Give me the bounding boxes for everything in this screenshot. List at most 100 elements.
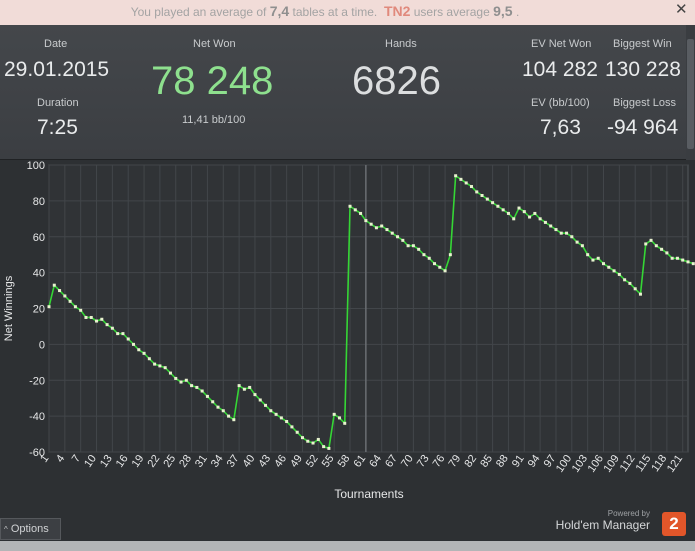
ev-bb100-label: EV (bb/100) (531, 97, 590, 109)
x-tick-label: 64 (367, 453, 384, 470)
x-tick-label: 85 (478, 453, 495, 470)
x-tick-label: 121 (665, 453, 685, 475)
data-point (105, 323, 109, 327)
data-point (190, 384, 194, 388)
data-point (121, 332, 125, 336)
x-tick-label: 79 (447, 453, 464, 470)
data-point (396, 235, 400, 239)
x-tick-label: 91 (510, 453, 527, 470)
notice-part1: You played an average of (130, 5, 267, 19)
data-point (638, 292, 642, 296)
x-tick-label: 25 (161, 453, 178, 470)
x-tick-label: 22 (146, 453, 163, 470)
data-point (126, 337, 130, 341)
data-point (58, 289, 62, 293)
data-point (306, 439, 310, 443)
data-point (337, 416, 341, 420)
powered-by-text: Powered by (607, 509, 650, 518)
options-button[interactable]: ^ Options (0, 518, 61, 540)
data-point (253, 393, 257, 397)
hands-label: Hands (385, 38, 417, 50)
data-point (417, 247, 421, 251)
x-tick-label: 55 (320, 453, 337, 470)
ev-bb100-value: 7,63 (540, 116, 581, 139)
data-point (73, 305, 77, 309)
data-point (322, 445, 326, 449)
data-point (369, 222, 373, 226)
data-point (448, 253, 452, 257)
date-label: Date (44, 38, 68, 50)
data-point (195, 385, 199, 389)
data-point (353, 208, 357, 212)
session-stats-panel: Date 29.01.2015 Duration 7:25 Net Won 78… (0, 25, 695, 160)
stats-scrollbar[interactable] (686, 25, 695, 160)
chart-svg: 100806040200-20-40-601 4 71013161922252831… (3, 160, 695, 501)
ev-net-won-label: EV Net Won (531, 38, 592, 50)
x-tick-label: 61 (351, 453, 368, 470)
data-point (147, 357, 151, 361)
data-point (300, 436, 304, 440)
data-point (179, 380, 183, 384)
data-point (95, 319, 99, 323)
data-point (290, 425, 294, 429)
data-point (591, 258, 595, 262)
notice-text: You played an average of 7,4 tables at a… (0, 0, 650, 25)
x-tick-label: 34 (209, 453, 226, 470)
data-point (565, 231, 569, 235)
data-point (52, 283, 56, 287)
data-point (543, 220, 547, 224)
x-tick-label: 73 (415, 453, 432, 470)
data-point (142, 351, 146, 355)
data-point (506, 211, 510, 215)
data-point (644, 242, 648, 246)
data-point (549, 224, 553, 228)
data-point (374, 226, 378, 230)
y-tick-label: 20 (33, 304, 45, 316)
data-point (63, 294, 67, 298)
x-tick-label: 76 (431, 453, 448, 470)
data-point (670, 256, 674, 260)
data-point (385, 228, 389, 232)
data-point (469, 185, 473, 189)
hm2-logo-icon: 2 (662, 512, 686, 536)
data-point (522, 210, 526, 214)
table-average-notice: You played an average of 7,4 tables at a… (0, 0, 695, 25)
data-point (602, 262, 606, 266)
caret-up-icon: ^ (4, 525, 8, 534)
bb100-value: 11,41 bb/100 (182, 114, 246, 126)
x-tick-label: 82 (462, 453, 479, 470)
y-axis-title: Net Winnings (3, 275, 15, 341)
close-icon[interactable]: ✕ (675, 1, 689, 19)
data-point (174, 376, 178, 380)
notice-part4: . (515, 5, 520, 19)
data-point (232, 418, 236, 422)
data-point (269, 409, 273, 413)
data-point (485, 197, 489, 201)
brand-name: Hold'em Manager (555, 518, 650, 532)
data-point (438, 265, 442, 269)
data-point (612, 269, 616, 273)
data-point (227, 414, 231, 418)
data-point (454, 174, 458, 178)
x-tick-label: 58 (336, 453, 353, 470)
date-value: 29.01.2015 (4, 58, 110, 81)
net-winnings-chart: 100 80 60 40 20 0 -20 -40 -60 1 4 7 10 13 16 19 22 25 28 31… (0, 160, 695, 541)
data-point (184, 378, 188, 382)
stats-scroll-thumb[interactable] (687, 39, 694, 149)
data-point (343, 421, 347, 425)
data-point (623, 278, 627, 282)
data-point (528, 215, 532, 219)
x-tick-label: 112 (618, 453, 638, 474)
data-point (327, 446, 331, 450)
data-point (459, 177, 463, 181)
data-point (131, 342, 135, 346)
data-point (570, 235, 574, 239)
data-point (79, 308, 83, 312)
data-point (168, 371, 172, 375)
x-tick-label: 46 (272, 453, 289, 470)
data-point (242, 387, 246, 391)
data-point (211, 400, 215, 404)
data-point (649, 238, 653, 242)
hands-value: 6826 (352, 59, 441, 103)
data-point (633, 287, 637, 291)
